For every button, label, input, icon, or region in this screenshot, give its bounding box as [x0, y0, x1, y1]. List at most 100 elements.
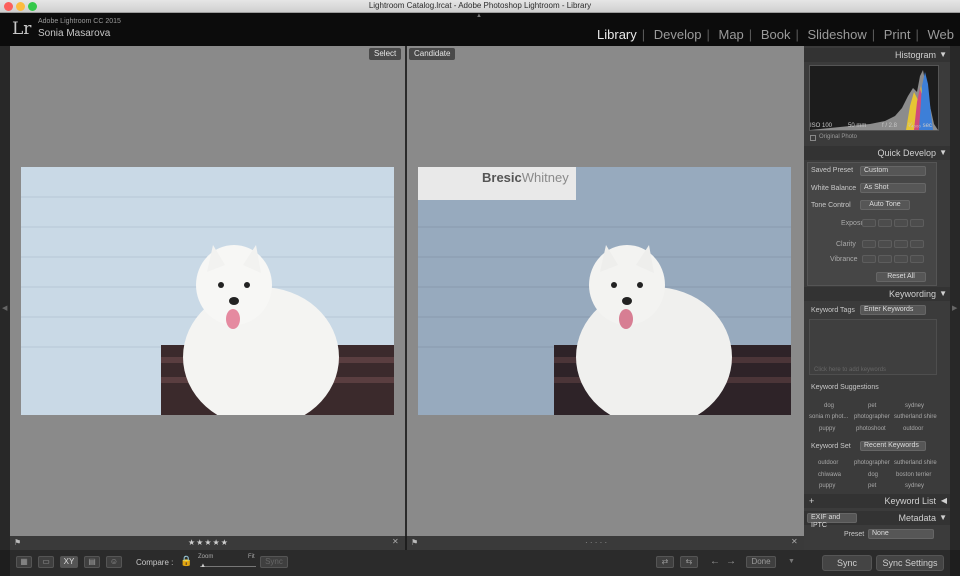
reset-all-button[interactable]: Reset All — [876, 272, 926, 282]
keyword-suggestion[interactable]: sonia m phot... — [809, 414, 848, 420]
zoom-label: Zoom — [198, 554, 214, 560]
keyword-set-item[interactable]: sutherland shire — [894, 460, 937, 466]
sync-settings-button[interactable]: Sync Settings — [876, 555, 944, 571]
toolbar-menu-icon[interactable]: ▼ — [788, 558, 795, 565]
sync-toolbar-button[interactable]: Sync — [260, 556, 288, 568]
close-icon[interactable]: ✕ — [392, 537, 399, 546]
keyword-suggestion[interactable]: photographer — [854, 414, 890, 420]
select-photo[interactable] — [21, 167, 394, 415]
grid-view-icon[interactable]: ▦ — [16, 556, 32, 568]
focal-readout: 50 mm — [848, 123, 867, 129]
keyword-set-item[interactable]: pet — [868, 483, 876, 489]
white-balance-label: White Balance — [811, 185, 857, 192]
keyword-list-header[interactable]: + Keyword List ◀ — [804, 494, 950, 508]
zoom-slider[interactable] — [200, 566, 256, 567]
keyword-suggestion[interactable]: outdoor — [903, 426, 923, 432]
vibrance-inc[interactable] — [894, 255, 908, 263]
module-develop[interactable]: Develop — [654, 27, 702, 42]
loupe-view-icon[interactable]: ▭ — [38, 556, 54, 568]
exposure-dec[interactable] — [878, 219, 892, 227]
brick-wall — [418, 167, 791, 415]
clarity-dec[interactable] — [878, 240, 892, 248]
lock-icon[interactable]: 🔒 — [180, 556, 192, 567]
done-button[interactable]: Done — [746, 556, 776, 568]
zoom-slider-thumb[interactable]: ▲ — [200, 563, 206, 569]
close-icon[interactable]: ✕ — [791, 537, 798, 546]
white-balance-dropdown[interactable]: As Shot — [860, 183, 926, 193]
saved-preset-dropdown[interactable]: Custom — [860, 166, 926, 176]
survey-view-icon[interactable]: ▤ — [84, 556, 100, 568]
keyword-set-item[interactable]: photographer — [854, 460, 890, 466]
product-name: Adobe Lightroom CC 2015 — [38, 18, 121, 25]
exposure-dec-large[interactable] — [862, 219, 876, 227]
keyword-suggestion[interactable]: dog — [824, 403, 834, 409]
keyword-suggestion[interactable]: puppy — [819, 426, 835, 432]
keyword-input[interactable]: Click here to add keywords — [809, 319, 937, 375]
people-view-icon[interactable]: ☺ — [106, 556, 122, 568]
collapse-icon[interactable]: ▼ — [939, 48, 947, 62]
module-web[interactable]: Web — [928, 27, 955, 42]
metadata-header[interactable]: EXIF and IPTC Metadata ▼ — [804, 511, 950, 529]
exposure-inc-large[interactable] — [910, 219, 924, 227]
panel-toggle-top[interactable]: ▲ — [476, 13, 482, 19]
quick-develop-header[interactable]: Quick Develop ▼ — [804, 146, 950, 160]
histogram[interactable] — [809, 65, 939, 131]
keyword-list-title: Keyword List — [884, 496, 936, 506]
shutter-readout: ¹⁄₄₀₀₀ sec — [908, 123, 932, 129]
keywording-header[interactable]: Keywording ▼ — [804, 287, 950, 301]
left-panel-toggle[interactable]: ◀ — [0, 46, 10, 550]
collapse-icon[interactable]: ▼ — [939, 287, 947, 301]
collapse-icon[interactable]: ▼ — [939, 146, 947, 160]
aperture-readout: f / 2.8 — [882, 123, 898, 129]
metadata-preset-label: Preset — [844, 531, 865, 538]
select-rating[interactable]: ★★★★★ — [188, 538, 229, 547]
add-keyword-button[interactable]: + — [809, 494, 814, 508]
keyword-set-item[interactable]: sydney — [905, 483, 924, 489]
original-photo-checkbox[interactable] — [810, 135, 816, 141]
vibrance-inc-large[interactable] — [910, 255, 924, 263]
right-panel-toggle[interactable]: ▶ — [950, 46, 960, 550]
sync-bar: Sync Sync Settings — [804, 550, 950, 576]
sync-button[interactable]: Sync — [822, 555, 872, 571]
metadata-title: Metadata — [898, 513, 936, 523]
keyword-tags-dropdown[interactable]: Enter Keywords — [860, 305, 926, 315]
compare-view-button[interactable]: XY — [60, 556, 78, 568]
keyword-set-item[interactable]: outdoor — [818, 460, 838, 466]
swap-icon[interactable]: ⇄ — [656, 556, 674, 568]
metadata-preset-dropdown[interactable]: None — [868, 529, 934, 539]
flag-icon[interactable]: ⚑ — [411, 538, 418, 547]
auto-tone-button[interactable]: Auto Tone — [860, 200, 910, 210]
clarity-inc[interactable] — [894, 240, 908, 248]
keyword-set-label: Keyword Set — [811, 443, 851, 450]
candidate-photo[interactable]: BresicWhitney — [418, 167, 791, 415]
keyword-suggestion[interactable]: sutherland shire — [894, 414, 937, 420]
keyword-set-dropdown[interactable]: Recent Keywords — [860, 441, 926, 451]
keyword-set-item[interactable]: dog — [868, 472, 878, 478]
keyword-suggestion[interactable]: photoshoot — [856, 426, 886, 432]
clarity-inc-large[interactable] — [910, 240, 924, 248]
vibrance-dec-large[interactable] — [862, 255, 876, 263]
next-arrow-icon[interactable]: → — [726, 556, 736, 567]
keyword-suggestion[interactable]: sydney — [905, 403, 924, 409]
histogram-header[interactable]: Histogram ▼ — [804, 48, 950, 62]
module-slideshow[interactable]: Slideshow — [807, 27, 866, 42]
module-book[interactable]: Book — [761, 27, 791, 42]
module-map[interactable]: Map — [719, 27, 744, 42]
keyword-set-item[interactable]: boston terrier — [896, 472, 931, 478]
metadata-set-dropdown[interactable]: EXIF and IPTC — [807, 513, 857, 529]
candidate-rating[interactable]: · · · · · — [585, 538, 607, 547]
module-library[interactable]: Library — [597, 27, 637, 42]
iso-readout: ISO 100 — [810, 123, 833, 129]
keyword-set-item[interactable]: chiwawa — [818, 472, 841, 478]
keyword-suggestion[interactable]: pet — [868, 403, 876, 409]
make-select-icon[interactable]: ⇆ — [680, 556, 698, 568]
vibrance-dec[interactable] — [878, 255, 892, 263]
collapse-icon[interactable]: ▼ — [939, 511, 947, 525]
exposure-inc[interactable] — [894, 219, 908, 227]
previous-arrow-icon[interactable]: ← — [710, 556, 720, 567]
clarity-dec-large[interactable] — [862, 240, 876, 248]
expand-icon[interactable]: ◀ — [941, 494, 947, 508]
keyword-set-item[interactable]: puppy — [819, 483, 835, 489]
flag-icon[interactable]: ⚑ — [14, 538, 21, 547]
module-print[interactable]: Print — [884, 27, 911, 42]
